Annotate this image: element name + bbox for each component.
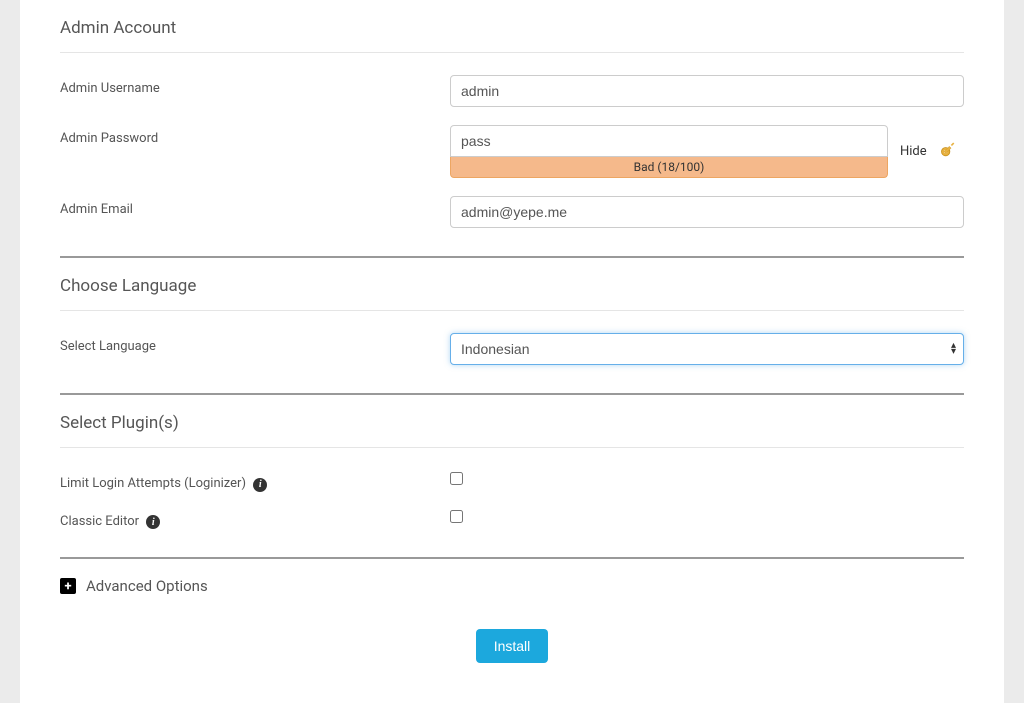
admin-password-input[interactable] [450,125,888,157]
plugin-loginizer-checkbox[interactable] [450,472,463,485]
advanced-options-toggle[interactable]: + Advanced Options [60,559,964,605]
info-icon[interactable]: i [146,515,160,529]
select-language-label: Select Language [60,333,450,354]
plugin-loginizer-label: Limit Login Attempts (Loginizer) i [60,470,450,492]
admin-email-label: Admin Email [60,196,450,217]
plugin-classic-editor-checkbox[interactable] [450,510,463,523]
language-select[interactable]: Indonesian [450,333,964,365]
select-plugins-header: Select Plugin(s) [60,395,964,448]
advanced-options-label: Advanced Options [86,577,208,595]
admin-password-label: Admin Password [60,125,450,146]
choose-language-header: Choose Language [60,258,964,311]
admin-username-label: Admin Username [60,75,450,96]
install-button[interactable]: Install [476,629,549,663]
key-icon[interactable] [939,140,959,164]
password-strength-indicator: Bad (18/100) [450,157,888,178]
plugin-classic-editor-label: Classic Editor i [60,508,450,530]
hide-password-link[interactable]: Hide [900,144,927,159]
admin-username-input[interactable] [450,75,964,107]
plus-icon: + [60,578,76,594]
info-icon[interactable]: i [253,478,267,492]
admin-account-header: Admin Account [60,0,964,53]
admin-email-input[interactable] [450,196,964,228]
